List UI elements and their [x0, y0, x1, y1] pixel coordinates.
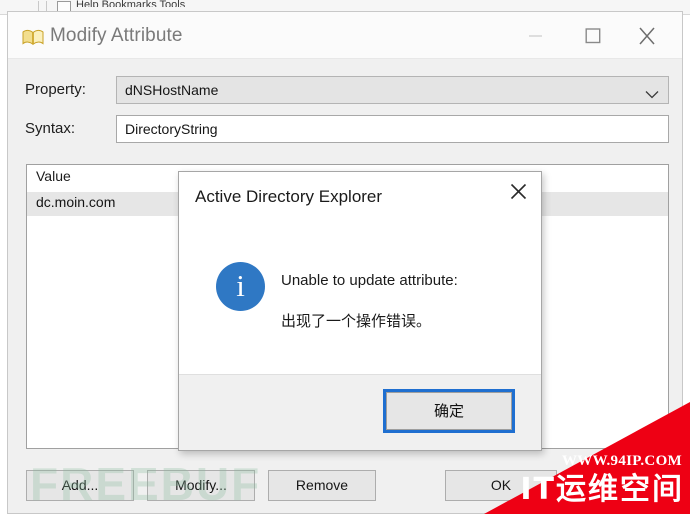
dialog-message-line-2: 出现了一个操作错误。 [281, 312, 432, 330]
modify-button[interactable]: Modify... [147, 470, 255, 501]
list-item-label: dc.moin.com [36, 194, 116, 210]
syntax-label: Syntax: [25, 120, 76, 137]
column-header-value: Value [36, 168, 71, 184]
ok-button[interactable]: OK [445, 470, 557, 501]
property-label: Property: [25, 81, 86, 98]
syntax-field[interactable]: DirectoryString [116, 115, 669, 143]
syntax-value: DirectoryString [125, 121, 218, 137]
add-button[interactable]: Add... [26, 470, 134, 501]
maximize-icon[interactable] [570, 18, 616, 54]
chevron-down-icon[interactable] [645, 86, 659, 104]
info-icon: i [216, 262, 265, 311]
property-combobox[interactable]: dNSHostName [116, 76, 669, 104]
syntax-row: Syntax: DirectoryString [8, 115, 684, 143]
background-menu-text: Help Bookmarks Tools [76, 0, 186, 7]
remove-button[interactable]: Remove [268, 470, 376, 501]
close-icon[interactable] [624, 18, 670, 54]
window-title: Modify Attribute [50, 25, 183, 46]
open-book-icon [22, 28, 44, 46]
dialog-message-line-1: Unable to update attribute: [281, 272, 458, 289]
dialog-footer: 确定 [179, 374, 541, 450]
minimize-icon[interactable] [512, 18, 558, 54]
message-dialog: Active Directory Explorer i Unable to up… [178, 171, 542, 451]
property-row: Property: dNSHostName [8, 76, 684, 104]
info-icon-glyph: i [236, 268, 245, 303]
property-value: dNSHostName [125, 82, 219, 98]
dialog-confirm-button[interactable]: 确定 [383, 389, 515, 433]
window-titlebar: Modify Attribute [8, 12, 682, 59]
dialog-close-icon[interactable] [495, 172, 541, 208]
dialog-title: Active Directory Explorer [195, 187, 383, 206]
